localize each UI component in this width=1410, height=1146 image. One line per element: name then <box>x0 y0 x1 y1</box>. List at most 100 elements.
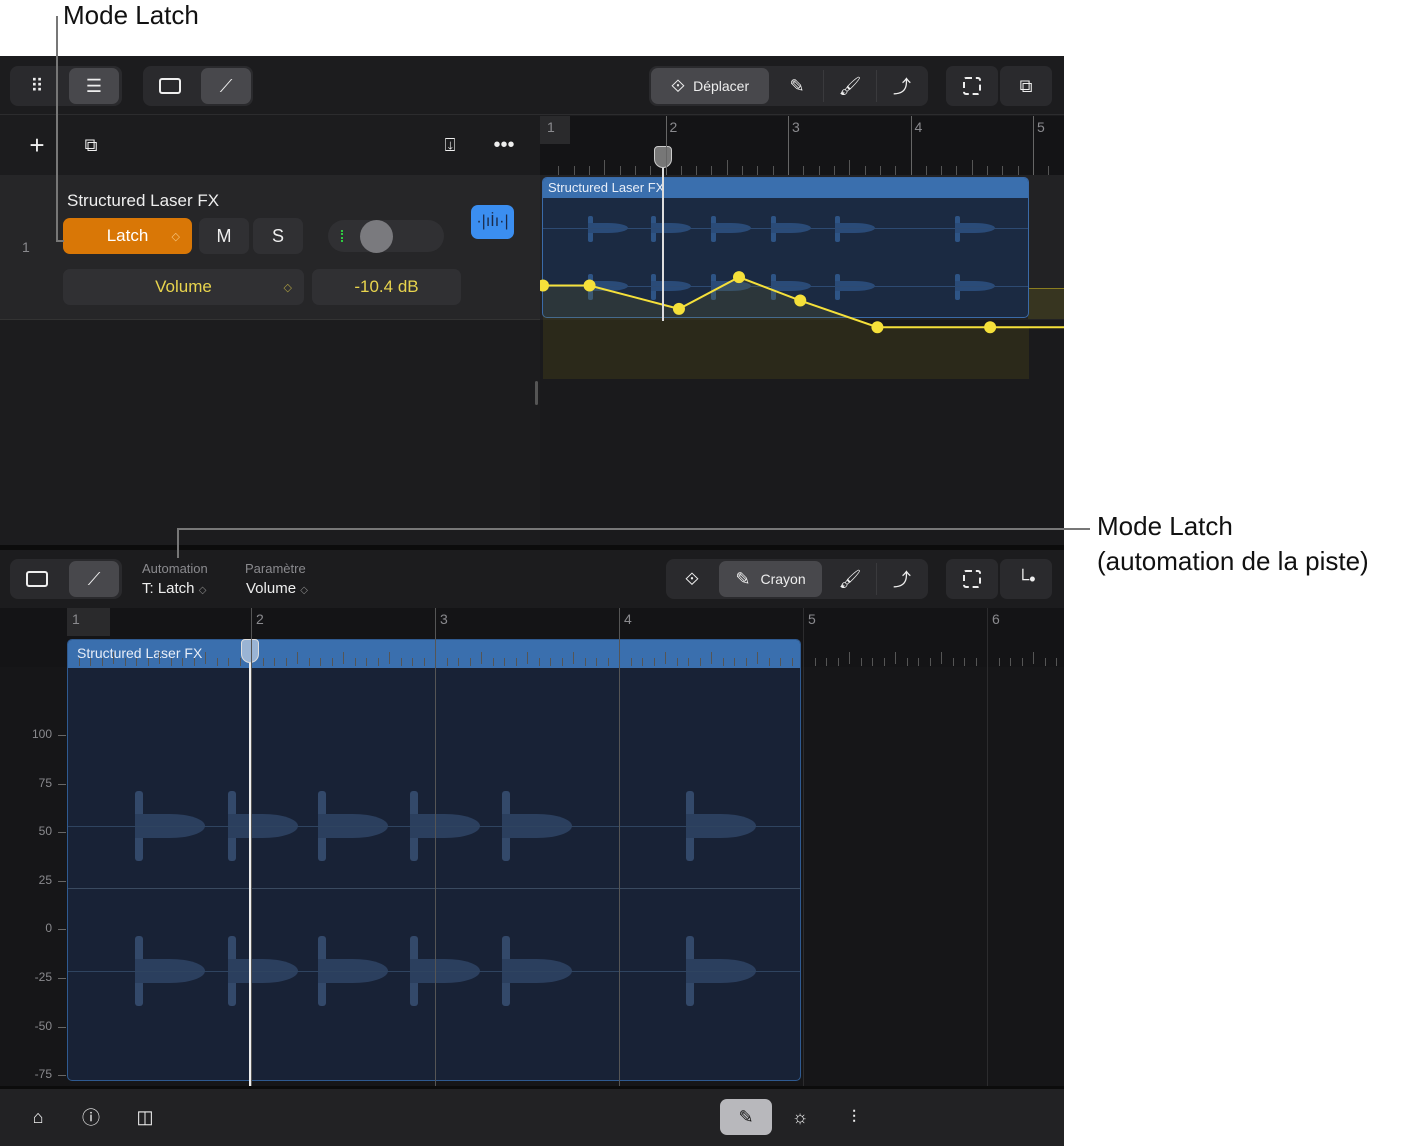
audio-waveform-button[interactable]: ·|ıİı·| <box>471 205 514 239</box>
chevron-updown-icon: ◇ <box>171 230 180 243</box>
parameter-value[interactable]: -10.4 dB <box>312 269 461 305</box>
ruler-tick <box>941 652 942 664</box>
sidebar-icon: ◫ <box>136 1106 154 1127</box>
bar-number: 1 <box>72 611 80 627</box>
grid-view-button[interactable]: ⠿ <box>12 68 62 104</box>
automation-point[interactable] <box>871 321 884 334</box>
ruler-tick <box>320 658 321 666</box>
editor-curve-tool-button[interactable]: ⤴ <box>877 561 927 597</box>
ruler-tick <box>742 166 744 175</box>
automation-point[interactable] <box>583 279 596 292</box>
ruler-tick <box>699 658 701 666</box>
ruler-tick <box>481 652 482 664</box>
ruler-tick <box>1021 658 1023 666</box>
ruler-tick <box>680 166 682 175</box>
info-button[interactable]: ⓘ <box>71 1099 111 1135</box>
mute-button[interactable]: M <box>199 218 249 254</box>
automation-label: Automation <box>142 561 208 576</box>
bar-line <box>1033 116 1034 175</box>
metronome-button[interactable]: ☼ <box>780 1099 820 1135</box>
bottom-bar: ⌂ ⓘ ◫ ✎ ☼ ⫶ <box>0 1086 1064 1146</box>
y-axis-label: 25 <box>38 872 52 887</box>
bar-line <box>251 608 252 1086</box>
parameter-menu[interactable]: Volume ◇ <box>246 580 308 597</box>
pencil-tool-button[interactable]: ✎ <box>772 68 822 104</box>
slider-knob[interactable] <box>360 220 393 253</box>
editor-marquee-button[interactable] <box>946 559 998 599</box>
sidebar-button[interactable]: ◫ <box>125 1099 165 1135</box>
bar-number: 3 <box>792 119 800 135</box>
callout-mode-latch-top: Mode Latch <box>63 0 199 30</box>
playhead-handle[interactable] <box>241 639 259 663</box>
y-axis-label: -50 <box>34 1018 52 1033</box>
ruler-tick <box>653 658 655 666</box>
playhead-line <box>662 146 664 321</box>
automation-point[interactable] <box>672 302 685 315</box>
region-view-button[interactable] <box>145 68 195 104</box>
pencil-icon: ✎ <box>735 568 751 589</box>
ruler-tick <box>492 658 494 666</box>
y-axis-tick <box>58 1075 66 1077</box>
track-name: Structured Laser FX <box>67 191 220 210</box>
ruler-tick <box>297 652 298 664</box>
bar-number: 2 <box>256 611 264 627</box>
ruler-tick <box>389 652 390 664</box>
bar-line <box>665 116 667 175</box>
ruler-tick <box>722 658 724 666</box>
ruler-tick <box>239 658 241 666</box>
duplicate-track-button[interactable]: ⧉ <box>72 126 110 164</box>
track-list-empty <box>0 320 540 545</box>
ruler-tick <box>665 652 666 664</box>
automation-editor[interactable]: Structured Laser FX 1 2 3 4 5 6 100 75 50 25 0 -25 -… <box>0 608 1064 1086</box>
resize-handle[interactable] <box>535 381 538 405</box>
editor-region-view-button[interactable] <box>12 561 62 597</box>
editor-pencil-button[interactable]: ✎ <box>720 1099 772 1135</box>
region-view-icon <box>26 571 48 587</box>
add-track-button[interactable]: + <box>18 126 56 164</box>
snap-button[interactable]: └• <box>1000 559 1052 599</box>
curve-tool-button[interactable]: ⤴ <box>877 68 927 104</box>
ruler-tick <box>573 166 575 175</box>
automation-point[interactable] <box>984 321 997 334</box>
bar-line <box>619 608 620 1086</box>
ruler-tick <box>860 658 862 666</box>
track-header[interactable]: 1 Structured Laser FX Latch ◇ M S ·|ıİı·|… <box>0 175 540 320</box>
editor-pencil-tool-button[interactable]: ✎ Crayon <box>719 561 822 597</box>
playhead-handle[interactable] <box>654 146 672 168</box>
browser-button[interactable]: ⌂ <box>18 1099 58 1135</box>
download-button[interactable]: ⍗ <box>431 126 469 164</box>
parameter-select[interactable]: Volume ◇ <box>63 269 304 305</box>
automation-view-button[interactable]: ⟋ <box>201 68 251 104</box>
y-axis-tick <box>58 978 66 979</box>
ruler-tick <box>780 658 781 666</box>
solo-button[interactable]: S <box>253 218 303 254</box>
marquee-button[interactable] <box>946 66 998 106</box>
tracks-timeline[interactable]: Structured Laser FX 12345 <box>540 116 1064 545</box>
editor-move-tool-button[interactable]: ⟐ <box>668 561 716 597</box>
tracks-view-button[interactable]: ☰ <box>69 68 119 104</box>
editor-toolbar: ⟋ Automation T: Latch ◇ Paramètre Volume… <box>0 550 1064 608</box>
automation-mode-select[interactable]: Latch ◇ <box>63 218 192 254</box>
copy-button[interactable]: ⧉ <box>1000 66 1052 106</box>
bar-number: 4 <box>624 611 632 627</box>
automation-point[interactable] <box>733 271 745 284</box>
ruler-tick <box>538 658 540 666</box>
volume-slider[interactable] <box>328 220 444 253</box>
more-button[interactable]: ••• <box>485 126 523 164</box>
brush-icon: 🖌 <box>838 75 862 96</box>
bar-number: 2 <box>669 119 678 135</box>
automation-curve[interactable] <box>540 116 1064 380</box>
move-tool-button[interactable]: ⟐ Déplacer <box>651 68 769 104</box>
brush-tool-button[interactable]: 🖌 <box>825 68 875 104</box>
ruler-tick <box>550 658 551 666</box>
editor-brush-tool-button[interactable]: 🖌 <box>825 561 875 597</box>
ruler-tick <box>998 658 1000 666</box>
automation-point[interactable] <box>794 294 807 307</box>
ruler-tick <box>400 658 402 666</box>
mixer-button[interactable]: ⫶ <box>834 1099 874 1135</box>
ruler-tick <box>918 658 919 666</box>
editor-automation-view-button[interactable]: ⟋ <box>69 561 119 597</box>
automation-mode-menu[interactable]: T: Latch ◇ <box>142 580 206 597</box>
ruler-tick <box>354 658 356 666</box>
editor-audio-region[interactable]: Structured Laser FX <box>67 639 801 1081</box>
